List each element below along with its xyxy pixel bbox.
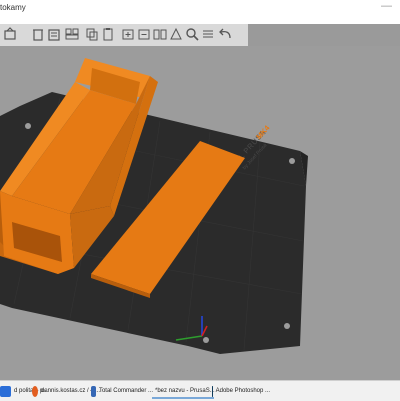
- total-commander-icon: [91, 385, 96, 397]
- taskbar-item[interactable]: Adobe Photoshop ...: [212, 383, 270, 399]
- active-indicator: [152, 397, 214, 399]
- bed-hole: [289, 158, 295, 164]
- taskbar-item-label: Total Commander ...: [98, 388, 153, 394]
- paste-icon[interactable]: [100, 26, 116, 42]
- taskbar-item-label: Adobe Photoshop ...: [215, 388, 270, 394]
- remove-instance-icon[interactable]: [136, 26, 152, 42]
- layers-icon[interactable]: [200, 26, 216, 42]
- plater-toolbar: [0, 24, 248, 47]
- photoshop-icon: [212, 385, 213, 397]
- window-title: tokamy: [0, 3, 26, 12]
- 3d-viewport[interactable]: ORIGINAL PRUSA MK4 by Josef Prusa: [0, 46, 400, 380]
- bed-hole: [284, 323, 290, 329]
- undo-icon[interactable]: [218, 26, 234, 42]
- bed-hole: [203, 337, 209, 343]
- search-icon[interactable]: [184, 26, 200, 42]
- close-icon[interactable]: —: [381, 0, 392, 12]
- taskbar-item[interactable]: Total Commander ...: [91, 383, 153, 399]
- split-objects-icon[interactable]: [152, 26, 168, 42]
- firefox-icon: [32, 385, 38, 397]
- split-parts-icon[interactable]: [168, 26, 184, 42]
- app-icon: [0, 385, 11, 397]
- add-instance-icon[interactable]: [120, 26, 136, 42]
- bed-brand-model: MK4: [254, 123, 272, 141]
- taskbar-item-label: *bez nazvu - PrusaS...: [155, 388, 215, 394]
- taskbar-item[interactable]: *bez nazvu - PrusaS...: [152, 383, 215, 399]
- scene: ORIGINAL PRUSA MK4 by Josef Prusa: [0, 58, 308, 354]
- window-titlebar: tokamy —: [0, 0, 400, 24]
- copy-icon[interactable]: [84, 26, 100, 42]
- taskbar-item[interactable]: dennis.kostas.cz / 4i...: [32, 383, 100, 399]
- arrange-icon[interactable]: [64, 26, 80, 42]
- delete-icon[interactable]: [30, 26, 46, 42]
- os-taskbar: d polita – p... dennis.kostas.cz / 4i...…: [0, 380, 400, 401]
- add-icon[interactable]: [2, 26, 18, 42]
- bed-hole: [25, 123, 31, 129]
- delete-all-icon[interactable]: [46, 26, 62, 42]
